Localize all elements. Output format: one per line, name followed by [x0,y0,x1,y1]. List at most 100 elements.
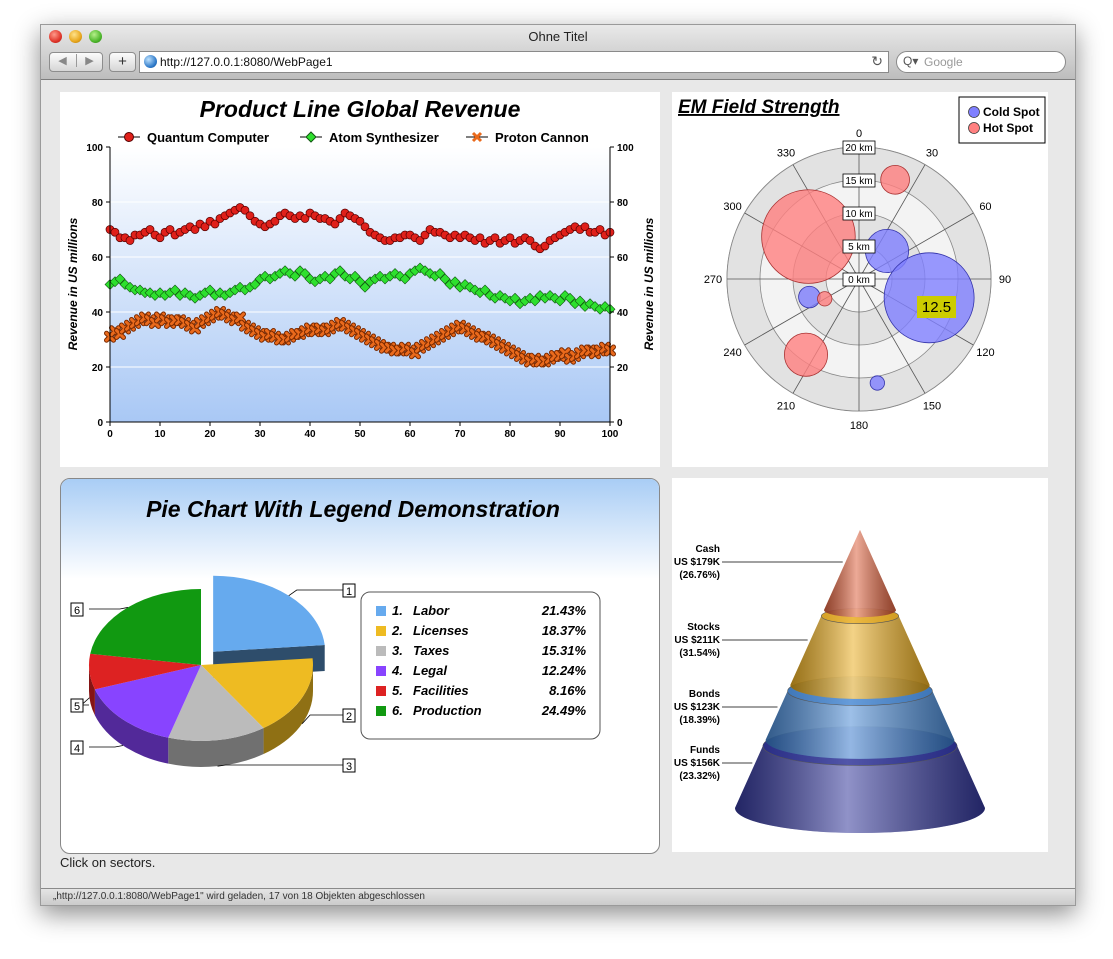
cone-label-percent: (31.54%) [679,648,720,659]
cone-label-percent: (18.39%) [679,715,720,726]
legend-number: 1. [392,603,403,618]
radial-label: 0 km [848,275,870,286]
y2-tick-label: 60 [617,253,629,264]
x-tick-label: 30 [254,429,266,440]
cold-spot-legend-icon [968,106,980,118]
legend-swatch [376,626,386,636]
legend-number: 6. [392,703,403,718]
y-tick-label: 20 [92,363,104,374]
radial-label: 20 km [845,143,872,154]
legend-category: Licenses [413,623,469,638]
callout-line [217,764,343,767]
line-chart: Product Line Global Revenue Quantum Comp… [66,96,656,440]
legend-percent: 15.31% [542,643,587,658]
legend-marker [124,132,134,142]
legend-number: 3. [392,643,403,658]
pie-chart: Pie Chart With Legend Demonstration 1 2 3 4… [61,479,659,773]
status-bar: „http://127.0.0.1:8080/WebPage1" wird ge… [41,888,1075,905]
legend-category: Facilities [413,683,469,698]
line-chart-panel: Product Line Global Revenue Quantum Comp… [60,92,660,467]
callout-line [301,714,343,724]
legend-swatch [376,686,386,696]
y2-tick-label: 0 [617,418,623,429]
hot-spot-legend-label: Hot Spot [983,121,1033,135]
y-tick-label: 0 [97,418,103,429]
cone-label-percent: (23.32%) [679,771,720,782]
cone-label-value: US $123K [674,702,721,713]
callout-line [89,607,128,610]
y-tick-label: 80 [92,198,104,209]
value-annotation: 12.5 [922,299,951,316]
back-button[interactable]: ◀ [50,54,75,67]
angle-label: 180 [850,420,868,432]
legend-category: Labor [413,603,450,618]
legend-category: Legal [413,663,447,678]
pie-chart-title: Pie Chart With Legend Demonstration [146,496,560,522]
search-icon[interactable]: Q▾ [903,54,918,68]
callout-number: 2 [346,711,352,723]
hot-spot-bubble [784,332,829,377]
callout-number: 4 [74,743,80,755]
legend-percent: 24.49% [541,703,587,718]
cone-label-percent: (26.76%) [679,570,720,581]
address-bar[interactable]: http://127.0.0.1:8080/WebPage1 ↻ [139,51,889,73]
search-field[interactable]: Q▾ Google [896,51,1066,73]
angle-label: 210 [777,400,795,412]
reload-icon[interactable]: ↻ [871,53,883,70]
cone-label-name: Bonds [689,689,721,700]
window-title: Ohne Titel [528,29,588,44]
y2-tick-label: 20 [617,363,629,374]
angle-label: 270 [704,274,722,286]
cold-spot-bubble [869,375,885,391]
x-tick-label: 100 [602,429,619,440]
angle-label: 300 [723,201,741,213]
back-forward-buttons: ◀ ▶ [49,52,103,72]
x-tick-label: 50 [354,429,366,440]
instruction-text: Click on sectors. [60,855,156,870]
url-text[interactable]: http://127.0.0.1:8080/WebPage1 [160,55,333,69]
y-tick-label: 60 [92,253,104,264]
line-chart-title: Product Line Global Revenue [200,96,521,122]
callout-number: 3 [346,761,352,773]
angle-label: 240 [723,347,741,359]
legend-percent: 8.16% [549,683,586,698]
callout-line [288,589,343,596]
x-tick-label: 80 [504,429,516,440]
y2-tick-label: 40 [617,308,629,319]
cone-label-name: Funds [690,745,720,756]
x-tick-label: 10 [154,429,166,440]
angle-label: 60 [979,201,991,213]
legend-percent: 12.24% [542,663,587,678]
legend-label: Atom Synthesizer [329,130,439,145]
legend-percent: 21.43% [541,603,587,618]
pie-header-gradient [61,479,659,579]
legend-swatch [376,606,386,616]
hot-spot-bubble [761,189,856,284]
cone-label-name: Cash [696,544,720,555]
legend-marker [305,131,317,143]
legend-swatch [376,706,386,716]
legend-swatch [376,666,386,676]
cone-label-value: US $211K [674,635,720,646]
angle-label: 330 [777,148,795,160]
cold-spot-bubble [798,285,821,309]
add-bookmark-button[interactable]: + [109,52,136,72]
polar-legend-box [958,96,1046,144]
polar-chart-panel: EM Field Strength Cold Spot Hot Spot 0 30… [672,92,1048,467]
radial-label: 15 km [845,176,872,187]
legend-number: 2. [391,623,403,638]
page-content: Product Line Global Revenue Quantum Comp… [41,80,1075,888]
callout-number: 1 [346,586,352,598]
cone-label-value: US $179K [674,557,721,568]
legend-number: 4. [391,663,403,678]
globe-icon [144,55,157,68]
legend-category: Production [413,703,482,718]
polar-chart: EM Field Strength Cold Spot Hot Spot 0 30… [678,96,1046,432]
y2-tick-label: 80 [617,198,629,209]
forward-button[interactable]: ▶ [76,54,102,67]
callout-number: 5 [74,701,80,713]
legend-label: Quantum Computer [147,130,269,145]
cone-layer-shine [824,530,896,618]
cone-label-name: Stocks [687,622,720,633]
y-tick-label: 40 [92,308,104,319]
